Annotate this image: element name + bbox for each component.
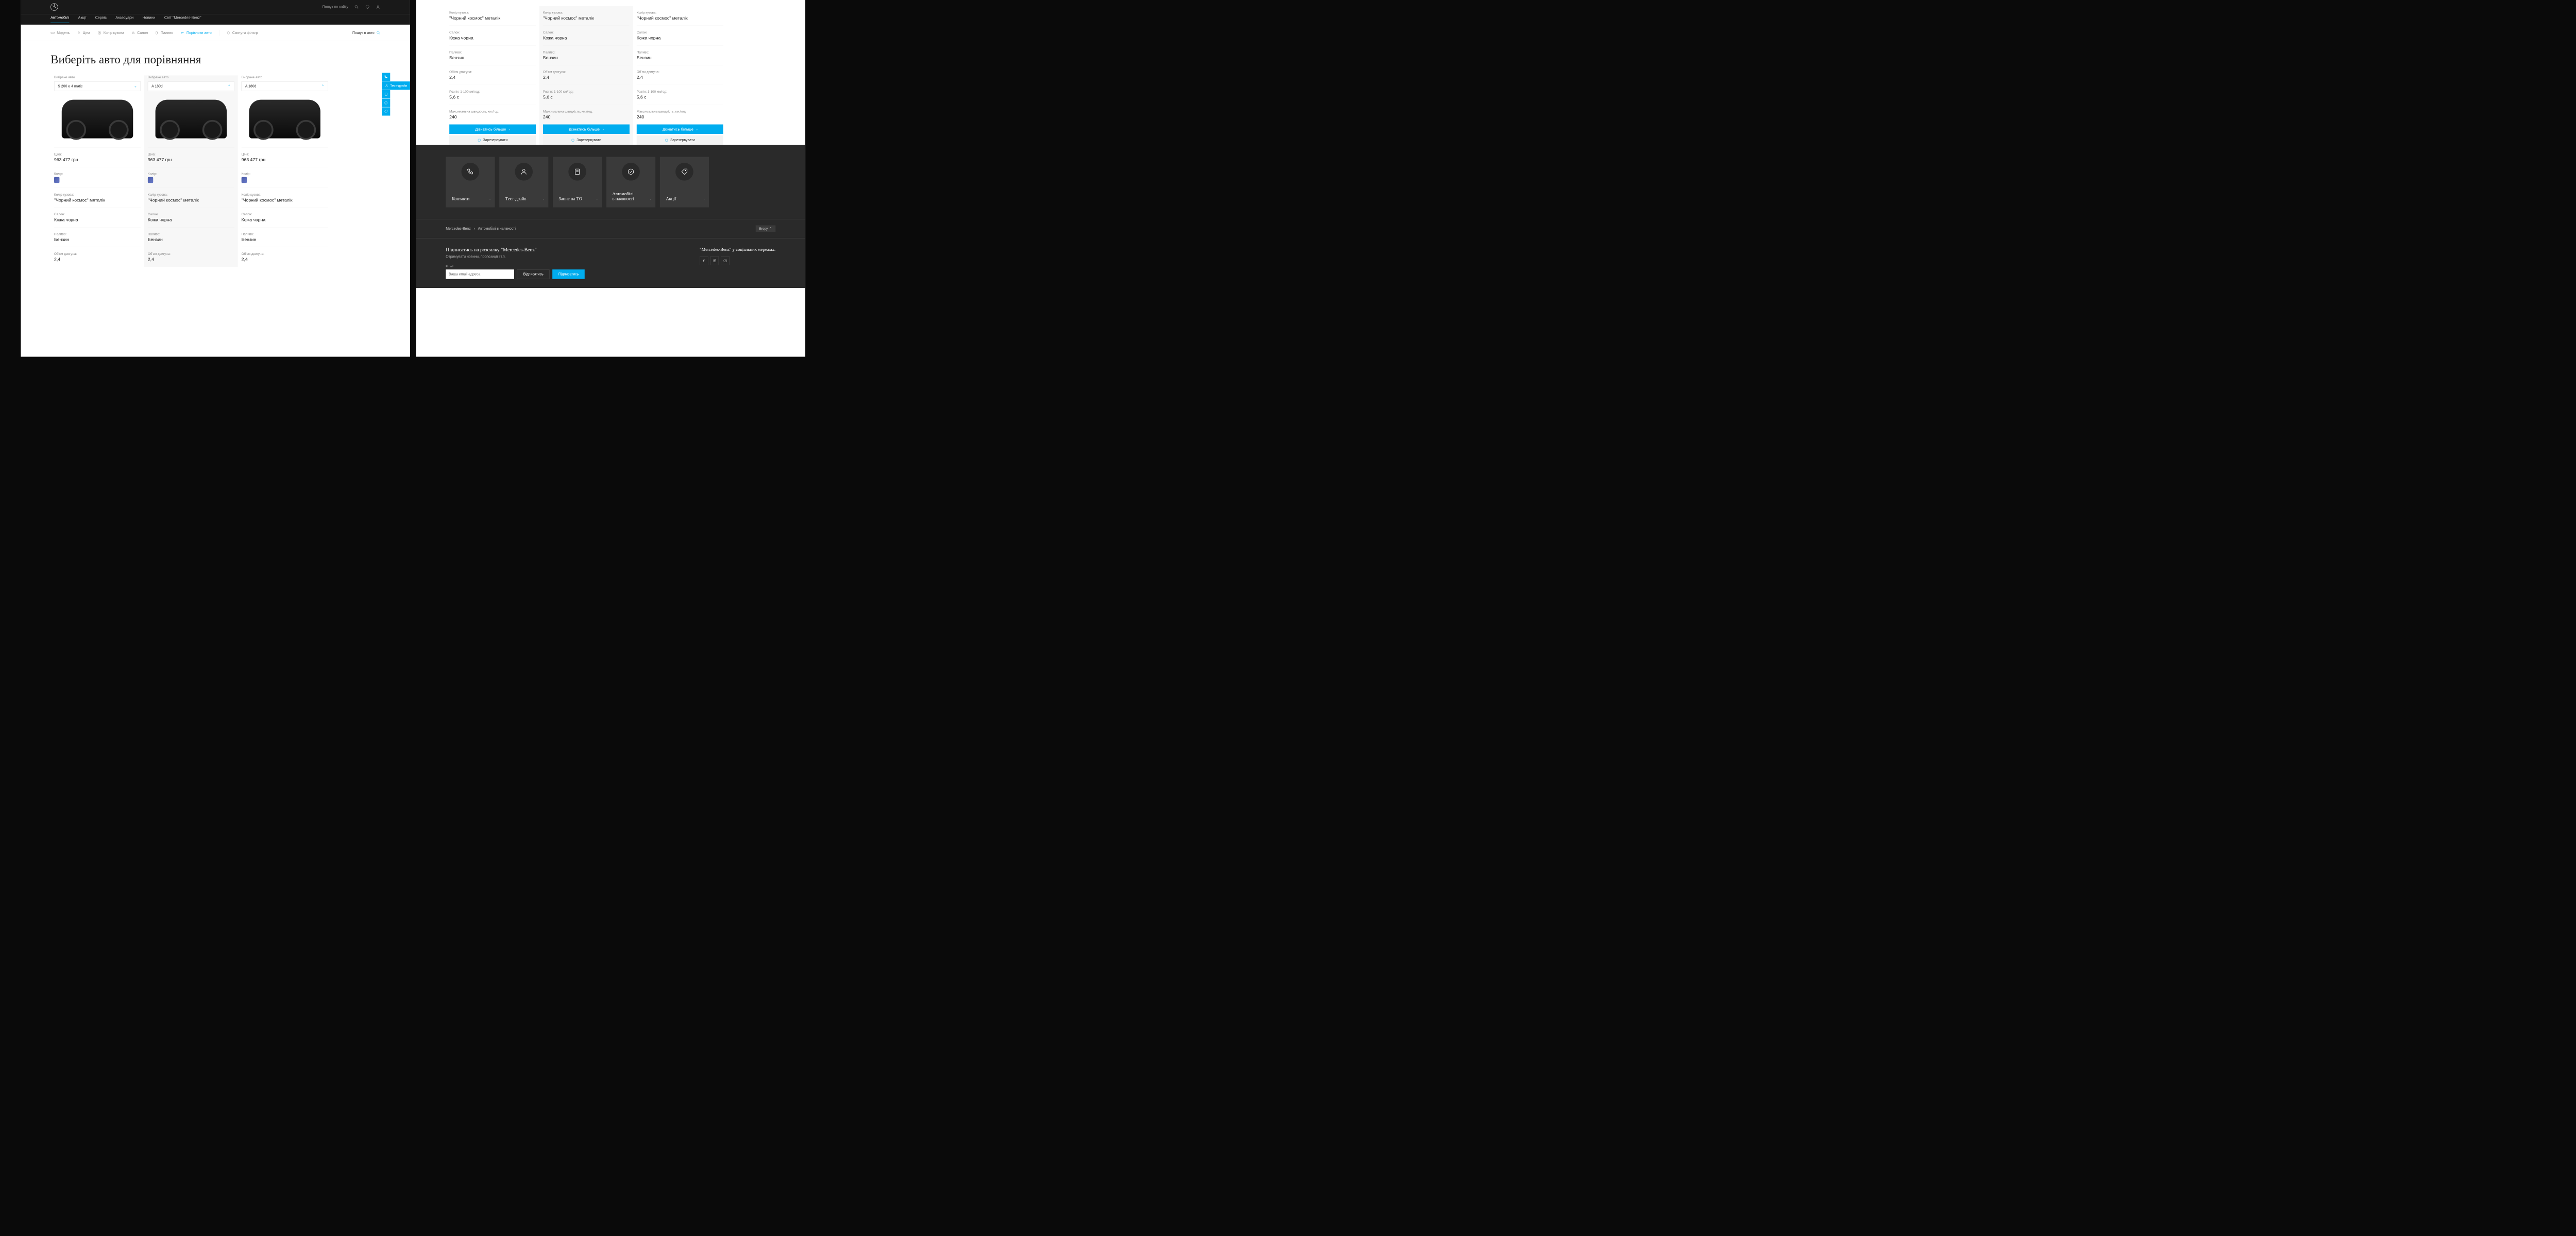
favorites-icon[interactable] bbox=[365, 5, 369, 9]
car-image-1 bbox=[62, 100, 133, 139]
chevron-down-icon: ⌄ bbox=[134, 84, 137, 88]
reserve-button[interactable]: Зарезервувати bbox=[449, 135, 536, 145]
filter-model[interactable]: Модель bbox=[50, 31, 70, 35]
more-button[interactable]: Дізнатись більше› bbox=[449, 125, 536, 134]
instagram-icon[interactable] bbox=[710, 256, 719, 265]
main-nav: Автомобілі Акції Сервіс Аксесуари Новини… bbox=[21, 14, 410, 25]
car-image-3 bbox=[249, 100, 320, 139]
footer-cards-section: Контакти › Тест-драйв › Запис на ТО › Ав… bbox=[416, 145, 806, 219]
subscribe-button[interactable]: Підписатись bbox=[552, 269, 585, 279]
footer-card-stock[interactable]: Автомобілі в наявності › bbox=[606, 157, 655, 207]
compare-col-3: Вибране авто A 180d⌃ Ціна:963 477 грн Ко… bbox=[238, 75, 332, 267]
chevron-right-icon: › bbox=[543, 198, 544, 201]
filter-bar: Модель Ціна Колір кузова Салон Паливо По… bbox=[21, 25, 410, 41]
filter-reset[interactable]: Скинути фільтр bbox=[227, 31, 258, 35]
footer-card-promo[interactable]: Акції › bbox=[660, 157, 709, 207]
subscribe-section: Підписатись на розсилку "Mercedes-Benz" … bbox=[416, 238, 806, 288]
compare-col-1: Вибране авто S 200 e 4 matic⌄ Ціна:963 4… bbox=[50, 75, 144, 267]
compare-col-2: Вибране авто A 180d⌃ Ціна:963 477 грн Ко… bbox=[144, 75, 238, 267]
sticky-doc[interactable] bbox=[382, 90, 390, 98]
compare-grid: Вибране авто S 200 e 4 matic⌄ Ціна:963 4… bbox=[21, 75, 410, 267]
color-swatch bbox=[54, 177, 59, 183]
search-in-cars[interactable]: Пошук в авто bbox=[352, 31, 380, 35]
breadcrumb-home[interactable]: Mercedes-Benz bbox=[446, 227, 471, 231]
filter-body-color[interactable]: Колір кузова bbox=[97, 31, 124, 35]
filter-fuel[interactable]: Паливо bbox=[155, 31, 173, 35]
footer-card-service[interactable]: Запис на ТО › bbox=[553, 157, 602, 207]
reserve-button[interactable]: Зарезервувати bbox=[637, 135, 723, 145]
select-label: Вибране авто bbox=[148, 75, 234, 79]
search-icon[interactable] bbox=[354, 5, 359, 9]
chevron-right-icon: › bbox=[474, 227, 475, 231]
color-swatch bbox=[148, 177, 153, 183]
nav-news[interactable]: Новини bbox=[142, 15, 155, 23]
search-label: Пошук по сайту bbox=[323, 5, 348, 9]
chevron-right-icon: › bbox=[696, 127, 698, 131]
topbar: Пошук по сайту bbox=[21, 0, 410, 14]
email-input[interactable] bbox=[446, 269, 514, 279]
filter-price[interactable]: Ціна bbox=[77, 31, 90, 35]
chevron-right-icon: › bbox=[602, 127, 604, 131]
car-select-1[interactable]: S 200 e 4 matic⌄ bbox=[54, 81, 141, 91]
footer-breadcrumb: Mercedes-Benz › Автомобілі в наявності В… bbox=[416, 219, 806, 238]
nav-service[interactable]: Сервіс bbox=[95, 15, 107, 23]
subscribe-title: Підписатись на розсилку "Mercedes-Benz" bbox=[446, 247, 585, 253]
color-swatch bbox=[242, 177, 247, 183]
subscribe-desc: Отримувати новини, пропозиції і т.п. bbox=[446, 255, 585, 259]
chevron-up-icon: ⌃ bbox=[321, 84, 325, 88]
footer-card-contacts[interactable]: Контакти › bbox=[446, 157, 495, 207]
car-image-2 bbox=[156, 100, 227, 139]
nav-world[interactable]: Світ "Mercedes-Benz" bbox=[164, 15, 201, 23]
unsubscribe-button[interactable]: Відписатись bbox=[517, 269, 550, 279]
mb-logo[interactable] bbox=[50, 3, 58, 10]
nav-cars[interactable]: Автомобілі bbox=[50, 15, 69, 23]
compare-col-3b: Колір кузова:"Чорний космос" металік Сал… bbox=[633, 6, 727, 145]
sticky-tag[interactable] bbox=[382, 107, 390, 115]
sticky-phone[interactable] bbox=[382, 73, 390, 81]
chevron-right-icon: › bbox=[650, 198, 651, 201]
user-icon[interactable] bbox=[376, 5, 380, 9]
chevron-right-icon: › bbox=[509, 127, 511, 131]
scroll-top-button[interactable]: Вгору⌃ bbox=[756, 226, 776, 232]
compare-grid-cont: Колір кузова:"Чорний космос" металік Сал… bbox=[416, 0, 806, 145]
breadcrumb-page: Автомобілі в наявності bbox=[478, 227, 516, 231]
sticky-toolbar: Тест-драйв bbox=[382, 73, 410, 116]
sticky-check[interactable] bbox=[382, 99, 390, 107]
more-button[interactable]: Дізнатись більше› bbox=[637, 125, 723, 134]
chevron-right-icon: › bbox=[704, 198, 705, 201]
more-button[interactable]: Дізнатись більше› bbox=[543, 125, 630, 134]
chevron-right-icon: › bbox=[597, 198, 598, 201]
chevron-right-icon: › bbox=[489, 198, 490, 201]
social-title: "Mercedes-Benz" у соціальних мережах: bbox=[700, 247, 775, 252]
select-label: Вибране авто bbox=[54, 75, 141, 79]
select-label: Вибране авто bbox=[242, 75, 328, 79]
compare-col-2b: Колір кузова:"Чорний космос" металік Сал… bbox=[539, 6, 633, 145]
filter-compare[interactable]: Порівняти авто bbox=[180, 31, 211, 35]
car-select-2[interactable]: A 180d⌃ bbox=[148, 81, 234, 91]
filter-salon[interactable]: Салон bbox=[131, 31, 148, 35]
nav-promo[interactable]: Акції bbox=[78, 15, 87, 23]
chevron-up-icon: ⌃ bbox=[228, 84, 231, 88]
page-title: Виберіть авто для порівняння bbox=[21, 41, 410, 76]
youtube-icon[interactable] bbox=[721, 256, 730, 265]
sticky-testdrive[interactable]: Тест-драйв bbox=[382, 81, 410, 90]
footer-card-testdrive[interactable]: Тест-драйв › bbox=[499, 157, 548, 207]
facebook-icon[interactable] bbox=[700, 256, 708, 265]
reserve-button[interactable]: Зарезервувати bbox=[543, 135, 630, 145]
nav-accessories[interactable]: Аксесуари bbox=[115, 15, 133, 23]
compare-col-1b: Колір кузова:"Чорний космос" металік Сал… bbox=[446, 6, 539, 145]
chevron-up-icon: ⌃ bbox=[769, 227, 772, 231]
car-select-3[interactable]: A 180d⌃ bbox=[242, 81, 328, 91]
